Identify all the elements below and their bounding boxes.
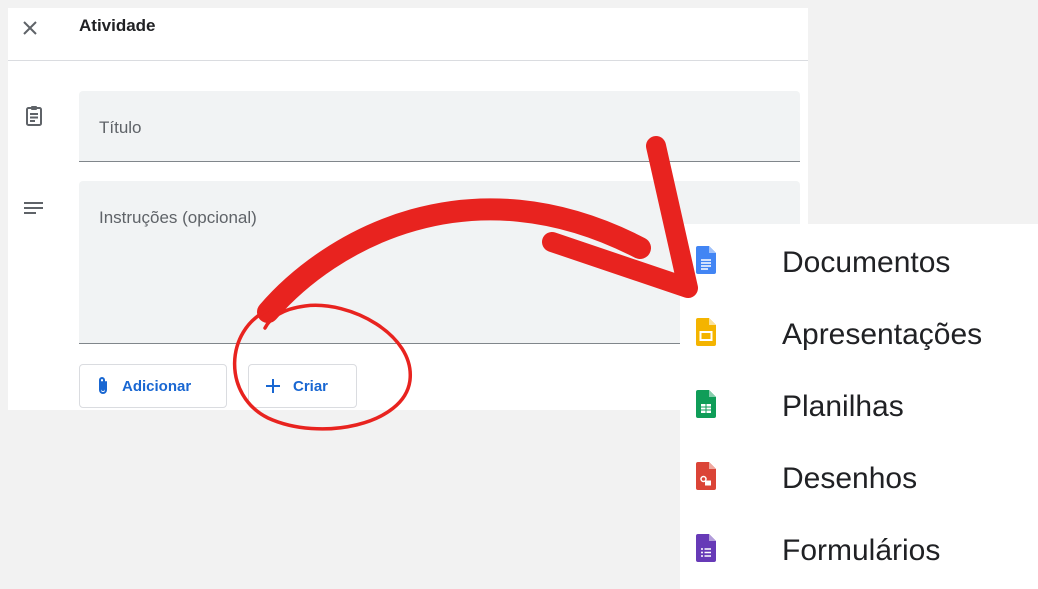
menu-item-documentos[interactable]: Documentos <box>680 228 1038 300</box>
create-button[interactable]: Criar <box>248 364 357 408</box>
menu-item-apresentacoes[interactable]: Apresentações <box>680 300 1038 372</box>
menu-item-label: Desenhos <box>782 462 918 495</box>
create-button-label: Criar <box>293 377 329 395</box>
add-button-label: Adicionar <box>122 377 192 395</box>
google-docs-icon <box>696 246 716 274</box>
menu-item-label: Documentos <box>782 246 951 279</box>
menu-item-label: Apresentações <box>782 318 983 351</box>
page-title: Atividade <box>79 16 156 35</box>
google-sheets-icon <box>696 390 716 418</box>
google-slides-icon <box>696 318 716 346</box>
title-placeholder: Título <box>99 118 142 137</box>
close-icon[interactable] <box>18 16 42 40</box>
menu-item-planilhas[interactable]: Planilhas <box>680 372 1038 444</box>
menu-item-label: Planilhas <box>782 390 904 423</box>
menu-item-label: Formulários <box>782 534 941 567</box>
google-forms-icon <box>696 534 716 562</box>
header: Atividade <box>8 8 808 61</box>
title-field[interactable]: Título <box>79 91 800 162</box>
add-button[interactable]: Adicionar <box>79 364 227 408</box>
instructions-placeholder: Instruções (opcional) <box>99 208 257 227</box>
paperclip-icon <box>96 376 110 396</box>
create-menu: Documentos Apresentações Planilhas Desen… <box>680 224 1038 589</box>
menu-item-formularios[interactable]: Formulários <box>680 516 1038 588</box>
short-text-icon <box>22 196 46 220</box>
plus-icon <box>265 378 281 394</box>
google-drawings-icon <box>696 462 716 490</box>
clipboard-icon <box>22 104 46 128</box>
menu-item-desenhos[interactable]: Desenhos <box>680 444 1038 516</box>
